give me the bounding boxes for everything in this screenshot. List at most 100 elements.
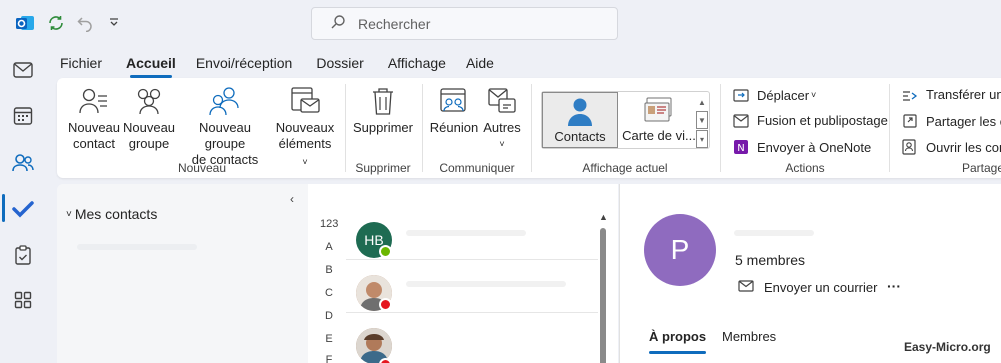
forward-contact-button[interactable]: Transférer un co (902, 87, 1001, 102)
mail-merge-icon (733, 113, 751, 128)
others-button[interactable]: Autres ˅ (479, 84, 525, 152)
mail-icon[interactable] (12, 59, 34, 81)
move-button[interactable]: Déplacer ˅ (733, 87, 816, 103)
search-input[interactable]: Rechercher (311, 7, 618, 40)
forward-contact-icon (902, 88, 920, 102)
new-contact-group-label-1: Nouveau groupe (198, 120, 252, 151)
group-label-actions: Actions (785, 161, 825, 175)
tab-a-propos-label: À propos (649, 329, 707, 344)
gallery-more-icon[interactable]: ▾ (696, 130, 708, 148)
meeting-button[interactable]: Réunion (429, 84, 479, 136)
new-contact-label-1: Nouveau (67, 120, 121, 135)
undo-icon[interactable] (74, 12, 96, 34)
mail-merge-button[interactable]: Fusion et publipostage (733, 113, 888, 128)
tab-membres[interactable]: Membres (722, 329, 776, 344)
contact-list: 123 A B C D E F HB ▲ (308, 184, 618, 363)
view-contacts[interactable]: Contacts (542, 92, 618, 148)
tab-a-propos[interactable]: À propos (649, 329, 707, 354)
tab-fichier[interactable]: Fichier (46, 50, 116, 76)
customize-icon[interactable] (103, 12, 125, 34)
new-items-button[interactable]: Nouveaux éléments ˅ (275, 84, 335, 170)
index-letter[interactable]: 123 (320, 218, 338, 230)
ribbon-separator (889, 84, 890, 172)
tab-accueil[interactable]: Accueil (116, 50, 186, 78)
view-business-card-label: Carte de vi... (622, 128, 696, 143)
gallery-up-icon[interactable]: ▲ (696, 93, 708, 111)
open-contacts-icon (902, 139, 920, 155)
ribbon: Nouveau contact Nouveau groupe Nouveau g… (57, 78, 1001, 178)
open-contacts-button[interactable]: Ouvrir les conta (902, 139, 1001, 155)
view-business-card[interactable]: Carte de vi... (622, 92, 696, 148)
blurred-folder (77, 244, 197, 250)
my-contacts-folder[interactable]: ˅ Mes contacts (66, 206, 157, 222)
ribbon-separator (422, 84, 423, 172)
mail-icon (738, 280, 754, 295)
index-letter[interactable]: A (320, 241, 338, 253)
index-letter[interactable]: D (320, 310, 338, 322)
forward-contact-label: Transférer un co (926, 87, 1001, 102)
new-group-icon (123, 84, 175, 118)
active-tab-indicator (649, 351, 707, 354)
others-label: Autres (483, 120, 521, 135)
list-item[interactable] (346, 320, 598, 363)
contact-person-icon (543, 93, 617, 129)
send-onenote-label: Envoyer à OneNote (757, 139, 872, 155)
list-item[interactable]: HB (346, 214, 598, 260)
gallery-down-icon[interactable]: ▼ (696, 111, 708, 129)
ribbon-separator (531, 84, 532, 172)
collapse-pane-icon[interactable]: ‹ (290, 192, 294, 206)
delete-button[interactable]: Supprimer (353, 84, 413, 136)
meeting-label: Réunion (429, 120, 479, 135)
meeting-icon (429, 84, 479, 118)
sync-icon[interactable] (45, 12, 67, 34)
chevron-down-icon: ˅ (66, 208, 72, 220)
tab-aide[interactable]: Aide (456, 50, 504, 76)
send-mail-label: Envoyer un courrier (764, 280, 878, 295)
reading-pane: P 5 membres Envoyer un courrier ··· À pr… (619, 184, 1001, 363)
new-group-button[interactable]: Nouveau groupe (123, 84, 175, 152)
new-items-label-2-row: éléments ˅ (275, 136, 335, 170)
my-contacts-label: Mes contacts (74, 206, 158, 222)
todo-icon[interactable] (12, 198, 34, 220)
index-letter[interactable]: E (320, 333, 338, 345)
share-contacts-button[interactable]: Partager les con (902, 113, 1001, 129)
chevron-down-icon: ˅ (811, 90, 817, 100)
search-icon (330, 14, 346, 33)
send-onenote-button[interactable]: N Envoyer à OneNote (733, 139, 871, 155)
new-contact-group-icon (177, 84, 273, 118)
index-letter[interactable]: C (320, 287, 338, 299)
scrollbar[interactable] (600, 228, 606, 363)
presence-available-icon (379, 245, 392, 258)
view-contacts-label: Contacts (554, 129, 606, 144)
group-label-partage: Partage (962, 161, 1001, 175)
watermark: Easy-Micro.org (904, 340, 991, 354)
new-contact-group-button[interactable]: Nouveau groupe de contacts (177, 84, 273, 168)
list-item[interactable] (346, 267, 598, 313)
apps-icon[interactable] (12, 289, 34, 311)
tab-dossier[interactable]: Dossier (302, 50, 377, 76)
outlook-icon[interactable] (14, 12, 36, 34)
send-mail-button[interactable]: Envoyer un courrier (738, 280, 877, 295)
chevron-down-icon: ˅ (499, 139, 505, 149)
calendar-icon[interactable] (12, 105, 34, 127)
mail-merge-label: Fusion et publipostage (757, 113, 888, 128)
new-contact-button[interactable]: Nouveau contact (65, 84, 123, 152)
scroll-up-icon[interactable]: ▲ (599, 212, 608, 222)
blurred-group-name (734, 230, 814, 236)
new-items-label-1: Nouveaux (275, 120, 335, 135)
tasks-icon[interactable] (12, 244, 34, 266)
move-label: Déplacer (757, 87, 810, 103)
index-letter[interactable]: F (320, 354, 338, 363)
group-label-affichage: Affichage actuel (582, 161, 668, 175)
tab-affichage[interactable]: Affichage (378, 50, 456, 76)
people-icon[interactable] (12, 152, 34, 174)
new-items-icon (275, 84, 335, 118)
rail-active-indicator (2, 194, 5, 222)
index-letter[interactable]: B (320, 264, 338, 276)
tab-envoi-reception[interactable]: Envoi/réception (186, 50, 303, 76)
new-group-label-2: groupe (128, 136, 170, 151)
delete-label: Supprimer (353, 120, 413, 135)
more-options-icon[interactable]: ··· (887, 278, 901, 294)
share-contacts-icon (902, 113, 920, 129)
ribbon-separator (720, 84, 721, 172)
